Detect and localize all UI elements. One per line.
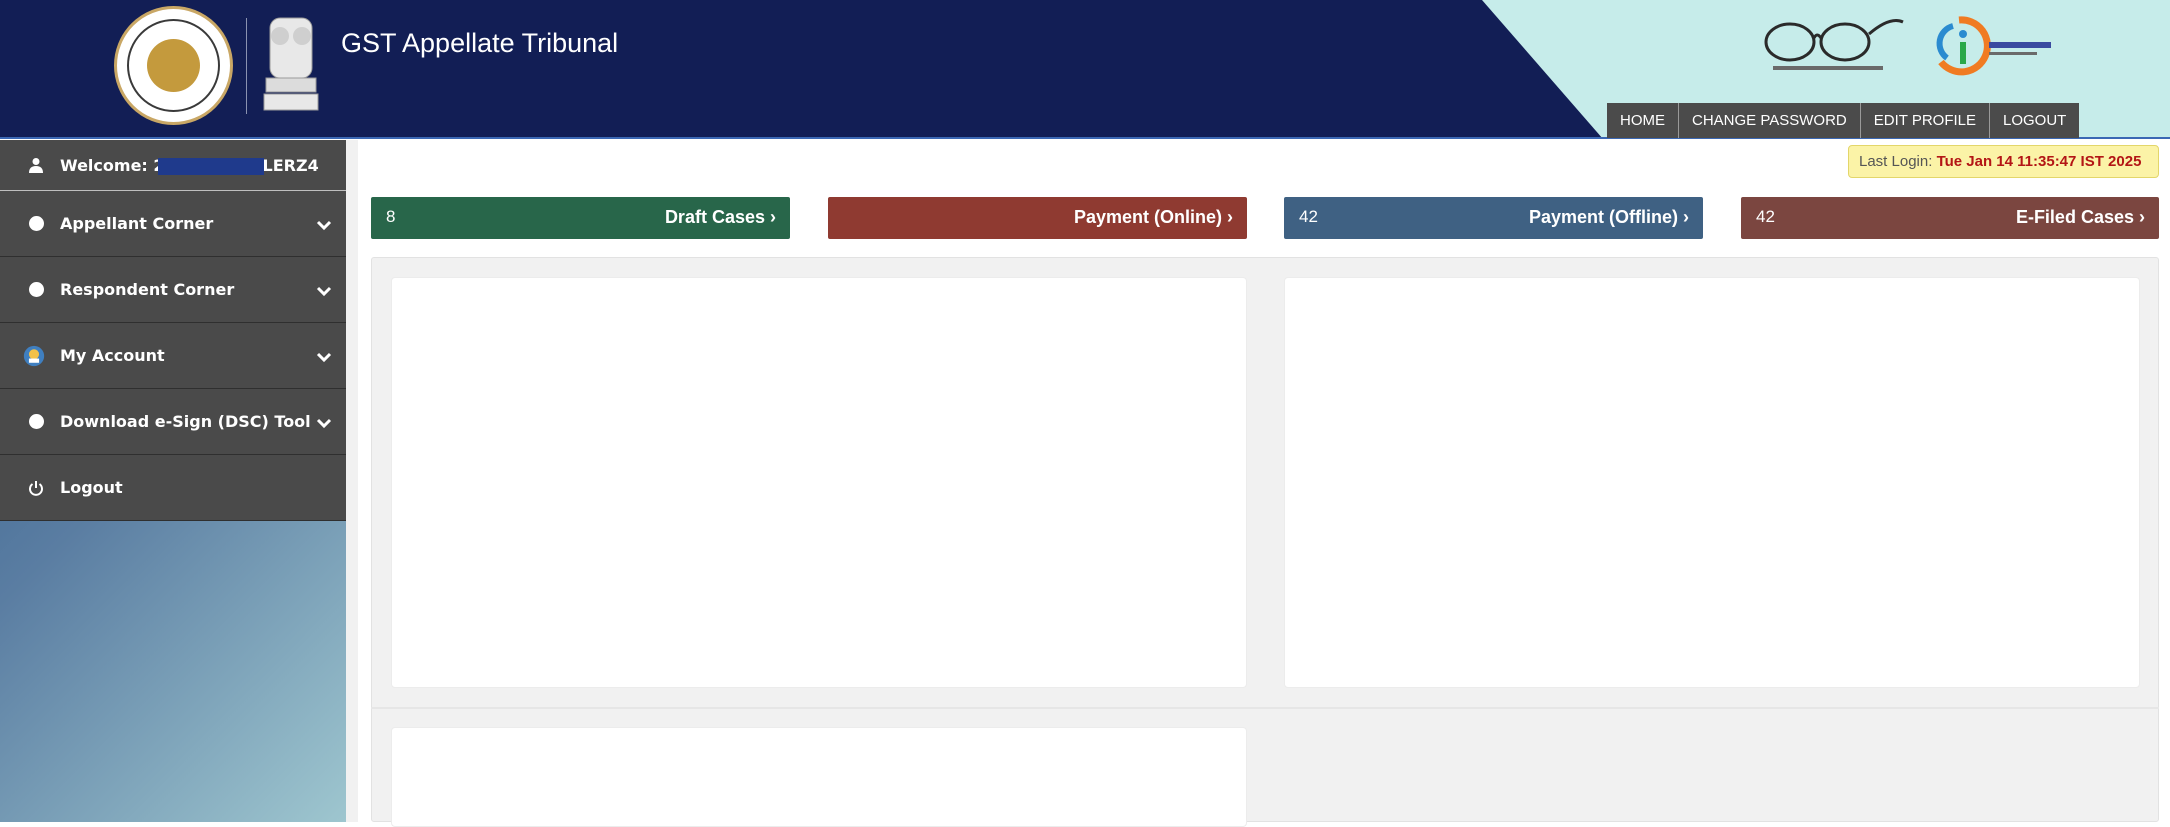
digital-india-logo xyxy=(1936,16,2051,76)
sidebar: Welcome: 2 LERZ4 Appellant Corner Respond… xyxy=(0,140,346,822)
sidebar-menu: Welcome: 2 LERZ4 Appellant Corner Respond… xyxy=(0,140,346,521)
stat-count: 42 xyxy=(1299,207,1318,226)
redaction-mark xyxy=(158,158,264,175)
sidebar-item-logout[interactable]: Logout xyxy=(0,455,346,521)
dashboard-panel xyxy=(391,277,1247,688)
ashoka-emblem-logo xyxy=(263,17,319,111)
sidebar-item-my-account[interactable]: My Account xyxy=(0,323,346,389)
sidebar-item-label: Appellant Corner xyxy=(60,214,214,233)
nav-logout-button[interactable]: LOGOUT xyxy=(1990,103,2080,138)
dashboard-panel xyxy=(391,727,1247,827)
last-login-badge: Last Login: Tue Jan 14 11:35:47 IST 2025 xyxy=(1848,145,2159,178)
dot-icon xyxy=(27,281,45,299)
stat-count: 42 xyxy=(1756,207,1775,226)
chevron-down-icon xyxy=(316,344,332,368)
gstat-seal-logo xyxy=(114,6,233,125)
dashboard-panel xyxy=(1284,277,2140,688)
header: GST Appellate Tribunal HOME CHANGE PASSW… xyxy=(0,0,2170,139)
chevron-right-icon: › xyxy=(770,207,776,227)
sidebar-item-respondent-corner[interactable]: Respondent Corner xyxy=(0,257,346,323)
sidebar-item-label: Logout xyxy=(60,478,123,497)
avatar-icon xyxy=(23,345,45,366)
stat-draft-cases-button[interactable]: 8 Draft Cases › xyxy=(371,197,790,239)
chevron-down-icon xyxy=(316,212,332,236)
top-nav: HOME CHANGE PASSWORD EDIT PROFILE LOGOUT xyxy=(1607,103,2080,138)
logo-divider xyxy=(246,18,247,114)
panel-row-divider xyxy=(371,707,2159,709)
nav-home-button[interactable]: HOME xyxy=(1607,103,1679,138)
sidebar-item-appellant-corner[interactable]: Appellant Corner xyxy=(0,191,346,257)
sidebar-item-label: My Account xyxy=(60,346,165,365)
content-gutter xyxy=(346,140,358,822)
sidebar-item-label: Download e-Sign (DSC) Tool xyxy=(60,412,311,431)
sidebar-welcome: Welcome: 2 LERZ4 xyxy=(0,140,346,191)
stat-payment-offline-button[interactable]: 42 Payment (Offline) › xyxy=(1284,197,1703,239)
last-login-label: Last Login: xyxy=(1859,153,1937,170)
swachh-bharat-logo xyxy=(1764,19,1904,70)
sidebar-item-download-esign-tool[interactable]: Download e-Sign (DSC) Tool xyxy=(0,389,346,455)
chevron-right-icon: › xyxy=(1227,207,1233,227)
nav-edit-profile-button[interactable]: EDIT PROFILE xyxy=(1860,103,1990,138)
power-icon xyxy=(27,479,45,497)
chevron-right-icon: › xyxy=(2139,207,2145,227)
chevron-down-icon xyxy=(316,278,332,302)
app-title: GST Appellate Tribunal xyxy=(341,28,619,58)
dot-icon xyxy=(27,215,45,233)
last-login-value: Tue Jan 14 11:35:47 IST 2025 xyxy=(1936,153,2142,170)
chevron-right-icon: › xyxy=(1683,207,1689,227)
nav-change-password-button[interactable]: CHANGE PASSWORD xyxy=(1679,103,1861,138)
stat-title: E-Filed Cases › xyxy=(2015,207,2145,227)
sidebar-item-label: Respondent Corner xyxy=(60,280,235,299)
stat-title: Payment (Online) › xyxy=(1073,207,1233,227)
stat-payment-online-button[interactable]: Payment (Online) › xyxy=(828,197,1247,239)
stat-efiled-cases-button[interactable]: 42 E-Filed Cases › xyxy=(1741,197,2159,239)
dot-icon xyxy=(27,413,45,431)
chevron-down-icon xyxy=(316,410,332,434)
stat-title: Draft Cases › xyxy=(664,207,776,227)
stat-count: 8 xyxy=(386,207,396,226)
user-icon xyxy=(27,156,45,174)
stat-title: Payment (Offline) › xyxy=(1528,207,1689,227)
